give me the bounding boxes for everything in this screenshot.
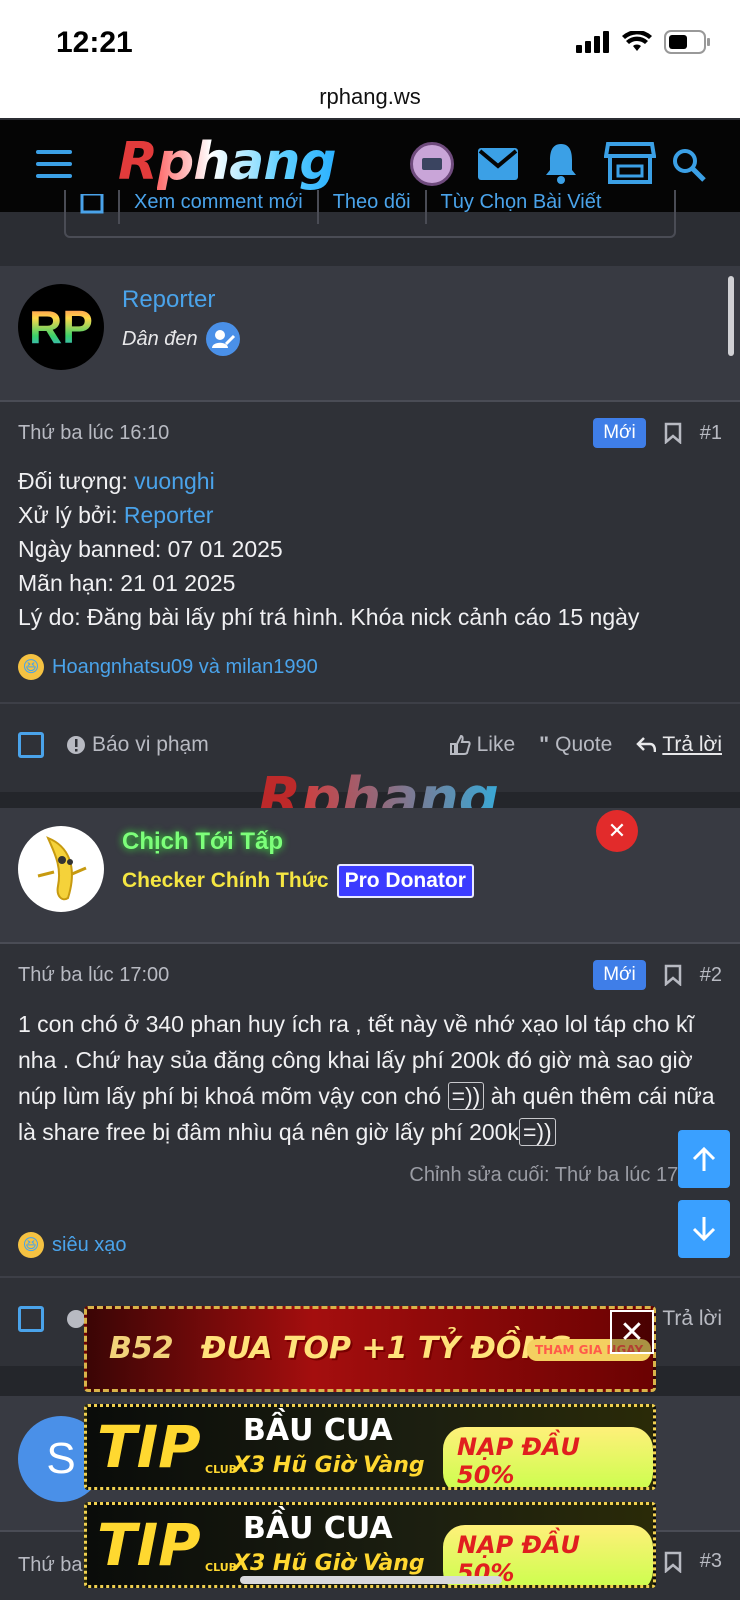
- ad-line1: BẦU CUA: [243, 1511, 393, 1546]
- like-button[interactable]: Like: [449, 733, 515, 757]
- scrollbar[interactable]: [728, 276, 734, 356]
- ad-line2: X3 Hũ Giờ Vàng: [233, 1551, 425, 1576]
- edited-note: Chỉnh sửa cuối: Thứ ba lúc 17:02: [409, 1164, 706, 1186]
- post-1-author: RP Reporter Dân đen: [0, 266, 740, 402]
- banana-avatar-icon: [37, 836, 87, 901]
- content-line: Mãn hạn: 21 01 2025: [18, 570, 236, 596]
- reply-icon: [636, 737, 657, 753]
- reply-button[interactable]: Trả lời: [662, 1307, 722, 1331]
- signal-icon: [576, 31, 609, 53]
- post-number[interactable]: #3: [700, 1550, 722, 1573]
- post-1-body: Thứ ba lúc 16:10 Mới #1 Đối tượng: vuong…: [0, 402, 740, 702]
- home-indicator[interactable]: [240, 1576, 502, 1584]
- laughing-emoji-icon: 😆: [18, 654, 44, 680]
- close-icon: ✕: [619, 1315, 645, 1349]
- ad-brand: B52: [109, 1331, 174, 1366]
- reaction-users[interactable]: siêu xạo: [52, 1234, 127, 1257]
- ad-brand: TIP: [97, 1413, 201, 1481]
- user-title-row: Dân đen: [122, 322, 240, 356]
- smiley: =)): [447, 1082, 485, 1110]
- reactions-bar[interactable]: 😆 Hoangnhatsu09 và milan1990: [18, 654, 318, 680]
- avatar[interactable]: [18, 826, 104, 912]
- status-bar: 12:21 rphang.ws: [0, 0, 740, 118]
- thread-toolbar: Xem comment mới Theo dõi Tùy Chọn Bài Vi…: [64, 190, 676, 238]
- bookmark-icon[interactable]: [664, 964, 682, 986]
- reply-button[interactable]: Trả lời: [636, 733, 722, 757]
- username[interactable]: Reporter: [122, 286, 215, 314]
- content-line: Xử lý bởi: Reporter: [18, 502, 214, 528]
- laughing-emoji-icon: 😆: [18, 1232, 44, 1258]
- quote-button[interactable]: " Quote: [539, 733, 612, 757]
- close-ad-button[interactable]: ✕: [610, 1310, 654, 1354]
- select-checkbox[interactable]: [18, 1306, 44, 1332]
- toolbar-options[interactable]: Tùy Chọn Bài Viết: [427, 190, 616, 224]
- user-avatar[interactable]: [410, 142, 454, 186]
- user-title: Dân đen: [122, 327, 198, 350]
- content-line: Ngày banned: 07 01 2025: [18, 536, 283, 562]
- toolbar-checkbox[interactable]: [66, 190, 120, 224]
- site-logo[interactable]: Rphang: [118, 132, 337, 192]
- report-button[interactable]: Báo vi phạm: [66, 733, 209, 757]
- post-number[interactable]: #2: [700, 964, 722, 987]
- ad-headline: ĐUA TOP +1 TỶ ĐỒNG: [201, 1331, 572, 1366]
- bookmark-icon[interactable]: [664, 422, 682, 444]
- user-title-row: Checker Chính Thức Pro Donator: [122, 864, 474, 898]
- ad-brand: TIP: [97, 1511, 201, 1579]
- browser-url[interactable]: rphang.ws: [0, 84, 740, 110]
- scroll-down-button[interactable]: [678, 1200, 730, 1258]
- battery-icon: [664, 30, 710, 54]
- quote-icon: ": [539, 733, 550, 756]
- handler-user-link[interactable]: Reporter: [124, 502, 213, 528]
- post-2-body: Thứ ba lúc 17:00 Mới #2 1 con chó ở 340 …: [0, 944, 740, 1276]
- check-square-icon: [80, 192, 104, 214]
- search-icon[interactable]: [672, 148, 706, 182]
- post-content: 1 con chó ở 340 phan huy ích ra , tết nà…: [18, 1011, 715, 1146]
- alert-icon[interactable]: [66, 1309, 86, 1329]
- scroll-up-button[interactable]: [678, 1130, 730, 1188]
- status-time: 12:21: [56, 26, 133, 59]
- close-watermark-button[interactable]: ✕: [596, 810, 638, 852]
- post-timestamp[interactable]: Thứ ba lúc 17:00: [18, 964, 169, 986]
- new-badge: Mới: [593, 418, 646, 448]
- wifi-icon: [622, 31, 652, 51]
- arrow-down-icon: [692, 1217, 716, 1242]
- status-icons: [576, 30, 710, 54]
- post-number[interactable]: #1: [700, 422, 722, 445]
- ad-banner-b52[interactable]: B52 ĐUA TOP +1 TỶ ĐỒNG THAM GIA NGAY: [84, 1306, 656, 1392]
- thumbs-up-icon: [449, 734, 471, 755]
- verified-user-icon: [205, 322, 240, 356]
- mail-icon[interactable]: [478, 148, 518, 180]
- new-badge: Mới: [593, 960, 646, 990]
- alert-icon: [67, 736, 85, 754]
- smiley: =)): [518, 1118, 556, 1146]
- toolbar-follow[interactable]: Theo dõi: [319, 190, 427, 224]
- donator-badge: Pro Donator: [336, 864, 474, 898]
- bell-icon[interactable]: [544, 142, 578, 184]
- post-meta: Thứ ba lúc 16:10 Mới #1: [18, 418, 722, 448]
- content-line: Đối tượng: vuonghi: [18, 468, 215, 494]
- ad-banner-tip-1[interactable]: TIP CLUB BẦU CUA X3 Hũ Giờ Vàng NẠP ĐẦU …: [84, 1404, 656, 1490]
- bookmark-icon[interactable]: [664, 1551, 682, 1573]
- close-icon: ✕: [607, 818, 627, 843]
- ad-cta: NẠP ĐẦU 50%: [443, 1427, 653, 1487]
- post-content: Đối tượng: vuonghi Xử lý bởi: Reporter N…: [18, 464, 722, 634]
- username[interactable]: Chịch Tới Tấp: [122, 828, 283, 856]
- ad-line2: X3 Hũ Giờ Vàng: [233, 1453, 425, 1478]
- post-timestamp[interactable]: Thứ ba lúc 16:10: [18, 422, 169, 444]
- store-icon[interactable]: [604, 140, 656, 186]
- avatar[interactable]: RP: [18, 284, 104, 370]
- post-meta: Thứ ba lúc 17:00 Mới #2: [18, 960, 722, 990]
- reactions-bar[interactable]: 😆 siêu xạo: [18, 1232, 127, 1258]
- arrow-up-icon: [692, 1146, 716, 1171]
- content-line: Lý do: Đăng bài lấy phí trá hình. Khóa n…: [18, 604, 640, 630]
- reaction-users[interactable]: Hoangnhatsu09 và milan1990: [52, 656, 318, 679]
- target-user-link[interactable]: vuonghi: [134, 468, 215, 494]
- post-timestamp[interactable]: Thứ ba: [18, 1554, 83, 1576]
- ad-line1: BẦU CUA: [243, 1413, 393, 1448]
- toolbar-new-comments[interactable]: Xem comment mới: [120, 190, 319, 224]
- user-title: Checker Chính Thức: [122, 869, 329, 892]
- select-checkbox[interactable]: [18, 732, 44, 758]
- menu-icon[interactable]: [36, 150, 72, 180]
